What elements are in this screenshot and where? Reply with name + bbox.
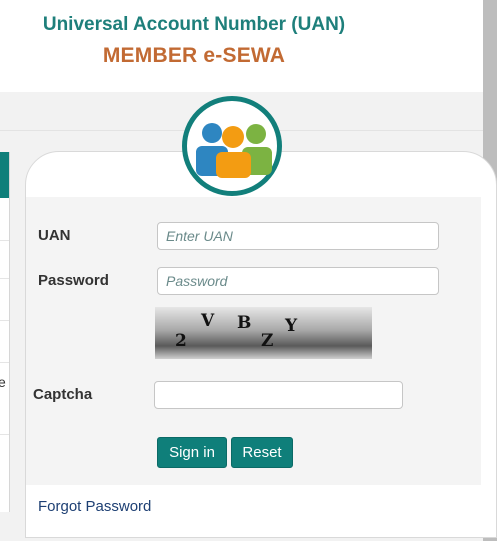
captcha-char: B (237, 313, 252, 333)
left-panel-divider (0, 320, 9, 321)
captcha-char: 2 (175, 331, 187, 351)
left-panel-divider (0, 240, 9, 241)
captcha-image: 2 V B Z Y (155, 307, 372, 359)
page-header: Universal Account Number (UAN) MEMBER e-… (0, 0, 483, 92)
password-label: Password (38, 272, 109, 289)
group-of-people-icon (182, 96, 282, 196)
left-panel-divider (0, 362, 9, 363)
sign-in-button[interactable]: Sign in (157, 437, 227, 468)
left-panel-partial-text: e (0, 374, 6, 390)
uan-label: UAN (38, 227, 71, 244)
captcha-char: V (201, 311, 215, 331)
reset-button[interactable]: Reset (231, 437, 293, 468)
captcha-char: Z (261, 331, 274, 351)
forgot-password-link[interactable]: Forgot Password (38, 498, 151, 515)
uan-input[interactable] (157, 222, 439, 250)
captcha-label: Captcha (33, 386, 93, 403)
captcha-char: Y (285, 316, 298, 336)
app-title: Universal Account Number (UAN) (42, 14, 346, 35)
captcha-input[interactable] (154, 381, 403, 409)
left-panel-header (0, 152, 9, 198)
password-input[interactable] (157, 267, 439, 295)
left-panel-divider (0, 434, 9, 435)
left-side-panel: e (0, 152, 10, 512)
left-panel-divider (0, 278, 9, 279)
app-subtitle: MEMBER e-SEWA (102, 44, 286, 67)
